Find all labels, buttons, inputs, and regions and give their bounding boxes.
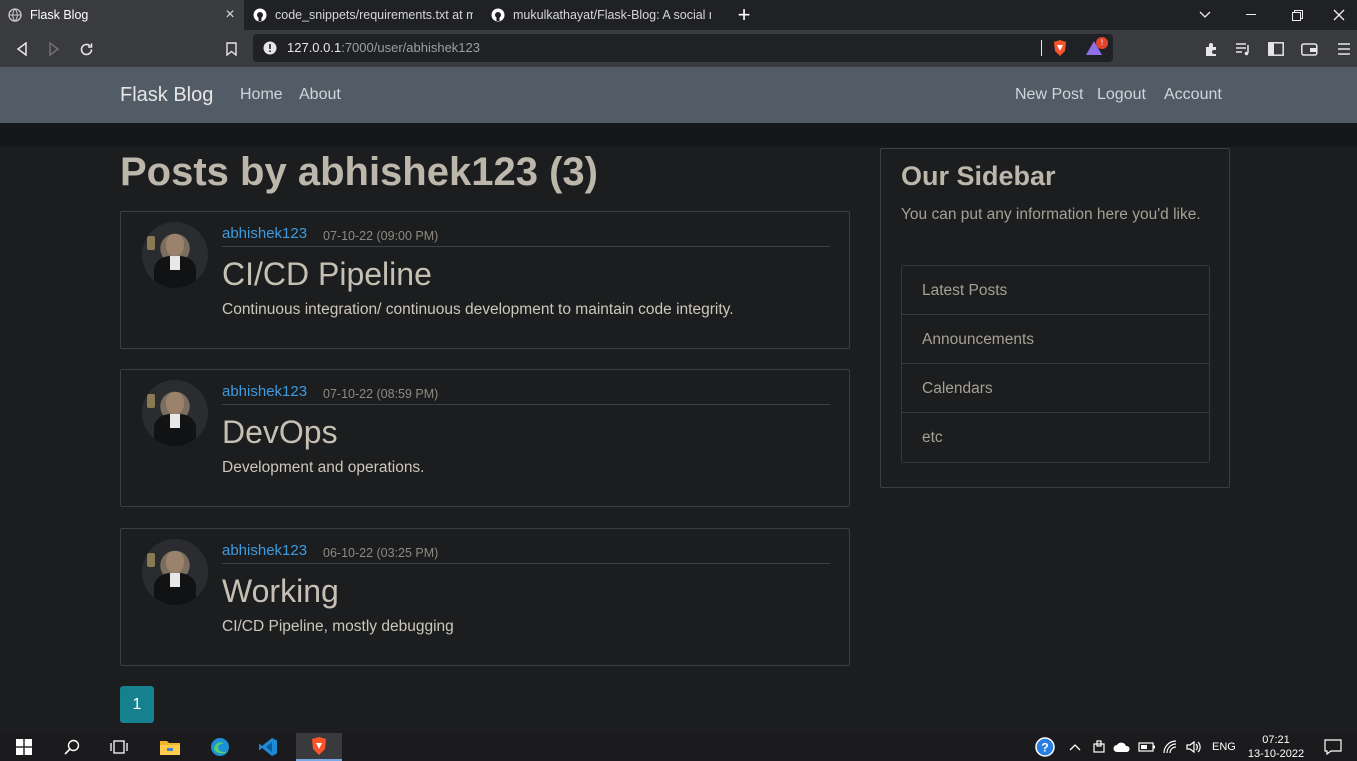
tab-title: mukulkathayat/Flask-Blog: A social me <box>513 8 711 22</box>
extensions-icon[interactable] <box>1201 39 1221 59</box>
tab-flask-blog[interactable]: Flask Blog × <box>0 0 244 30</box>
tab-title: Flask Blog <box>30 8 89 22</box>
divider <box>0 123 1357 147</box>
pagination-page-button[interactable]: 1 <box>120 686 154 723</box>
post-content: Development and operations. <box>222 459 425 476</box>
page-title: Posts by abhishek123 (3) <box>120 150 598 194</box>
tab-requirements[interactable]: code_snippets/requirements.txt at ma <box>245 0 481 30</box>
playlist-icon[interactable] <box>1233 39 1253 59</box>
post-date: 07-10-22 (09:00 PM) <box>323 229 439 243</box>
divider <box>222 404 830 405</box>
edge-icon[interactable] <box>200 733 240 761</box>
brave-shields-icon[interactable] <box>1052 39 1068 57</box>
divider <box>222 563 830 564</box>
sidebar-item-latest-posts[interactable]: Latest Posts <box>902 266 1209 315</box>
post-card: abhishek123 06-10-22 (03:25 PM) Working … <box>120 528 850 666</box>
nav-account-link[interactable]: Account <box>1164 86 1222 104</box>
rewards-badge: ! <box>1096 37 1108 49</box>
forward-icon[interactable] <box>43 38 65 60</box>
nav-new-post-link[interactable]: New Post <box>1015 86 1083 104</box>
tab-github-repo[interactable]: mukulkathayat/Flask-Blog: A social me <box>483 0 719 30</box>
help-icon[interactable]: ? <box>1035 737 1055 757</box>
restore-button[interactable] <box>1274 0 1320 30</box>
wifi-icon[interactable] <box>1162 739 1180 755</box>
github-icon <box>491 8 505 22</box>
battery-icon[interactable] <box>1138 739 1156 755</box>
search-icon[interactable] <box>52 733 92 761</box>
windows-start-icon[interactable] <box>4 733 44 761</box>
address-bar[interactable]: 127.0.0.1:7000/user/abhishek123 ! <box>253 34 1113 62</box>
nav-about-link[interactable]: About <box>299 86 341 104</box>
post-author-link[interactable]: abhishek123 <box>222 542 307 559</box>
minimize-button[interactable] <box>1228 0 1274 30</box>
post-date: 07-10-22 (08:59 PM) <box>323 387 439 401</box>
wallet-icon[interactable] <box>1299 39 1319 59</box>
nav-home-link[interactable]: Home <box>240 86 283 104</box>
post-title-link[interactable]: DevOps <box>222 414 338 451</box>
post-author-link[interactable]: abhishek123 <box>222 225 307 242</box>
new-tab-button[interactable]: + <box>734 4 754 26</box>
browser-toolbar: 127.0.0.1:7000/user/abhishek123 ! <box>0 30 1357 67</box>
language-indicator[interactable]: ENG <box>1212 741 1236 753</box>
divider <box>222 246 830 247</box>
clock-date: 13-10-2022 <box>1247 748 1305 760</box>
sidebar-toggle-icon[interactable] <box>1266 39 1286 59</box>
url-text: 127.0.0.1:7000/user/abhishek123 <box>287 40 480 55</box>
url-host: 127.0.0.1 <box>287 40 342 55</box>
post-date: 06-10-22 (03:25 PM) <box>323 546 439 560</box>
tab-title: code_snippets/requirements.txt at ma <box>275 8 473 22</box>
menu-icon[interactable] <box>1334 39 1354 59</box>
post-card: abhishek123 07-10-22 (09:00 PM) CI/CD Pi… <box>120 211 850 349</box>
avatar[interactable] <box>142 222 208 288</box>
vscode-icon[interactable] <box>248 733 288 761</box>
site-navbar: Flask Blog Home About New Post Logout Ac… <box>0 67 1357 123</box>
sidebar-list: Latest Posts Announcements Calendars etc <box>901 265 1210 463</box>
onedrive-icon[interactable] <box>1113 739 1131 755</box>
post-card: abhishek123 07-10-22 (08:59 PM) DevOps D… <box>120 369 850 507</box>
back-icon[interactable] <box>11 38 33 60</box>
url-path: :7000/user/abhishek123 <box>341 40 480 55</box>
sidebar-item-calendars[interactable]: Calendars <box>902 364 1209 413</box>
post-content: Continuous integration/ continuous devel… <box>222 301 734 318</box>
notifications-icon[interactable] <box>1324 739 1342 755</box>
post-content: CI/CD Pipeline, mostly debugging <box>222 618 454 635</box>
task-view-icon[interactable] <box>99 733 139 761</box>
clock[interactable]: 07:21 13-10-2022 <box>1245 733 1307 761</box>
info-icon[interactable] <box>263 41 277 55</box>
post-author-link[interactable]: abhishek123 <box>222 383 307 400</box>
chevron-up-icon[interactable] <box>1066 739 1084 755</box>
close-window-button[interactable] <box>1320 0 1357 30</box>
sidebar-item-announcements[interactable]: Announcements <box>902 315 1209 364</box>
sidebar-item-etc[interactable]: etc <box>902 413 1209 462</box>
sidebar: Our Sidebar You can put any information … <box>880 148 1230 488</box>
taskbar: ? ENG 07:21 13-10-2022 <box>0 733 1357 761</box>
brand-link[interactable]: Flask Blog <box>120 84 213 107</box>
github-icon <box>253 8 267 22</box>
reload-icon[interactable] <box>75 38 97 60</box>
post-title-link[interactable]: Working <box>222 573 339 610</box>
bookmark-icon[interactable] <box>220 38 242 60</box>
sidebar-description: You can put any information here you'd l… <box>901 206 1201 223</box>
svg-text:?: ? <box>1041 741 1048 755</box>
avatar[interactable] <box>142 380 208 446</box>
globe-icon <box>8 8 22 22</box>
file-explorer-icon[interactable] <box>150 733 190 761</box>
divider <box>1041 40 1042 56</box>
browser-tabbar: Flask Blog × code_snippets/requirements.… <box>0 0 1357 30</box>
sidebar-title: Our Sidebar <box>901 161 1056 191</box>
brave-taskbar-icon[interactable] <box>296 733 342 761</box>
volume-icon[interactable] <box>1185 739 1203 755</box>
clock-time: 07:21 <box>1262 734 1290 746</box>
close-icon[interactable]: × <box>222 7 238 23</box>
tab-list-chevron-icon[interactable] <box>1182 0 1228 30</box>
nav-logout-link[interactable]: Logout <box>1097 86 1146 104</box>
meet-now-icon[interactable] <box>1090 739 1108 755</box>
avatar[interactable] <box>142 539 208 605</box>
post-title-link[interactable]: CI/CD Pipeline <box>222 256 432 293</box>
